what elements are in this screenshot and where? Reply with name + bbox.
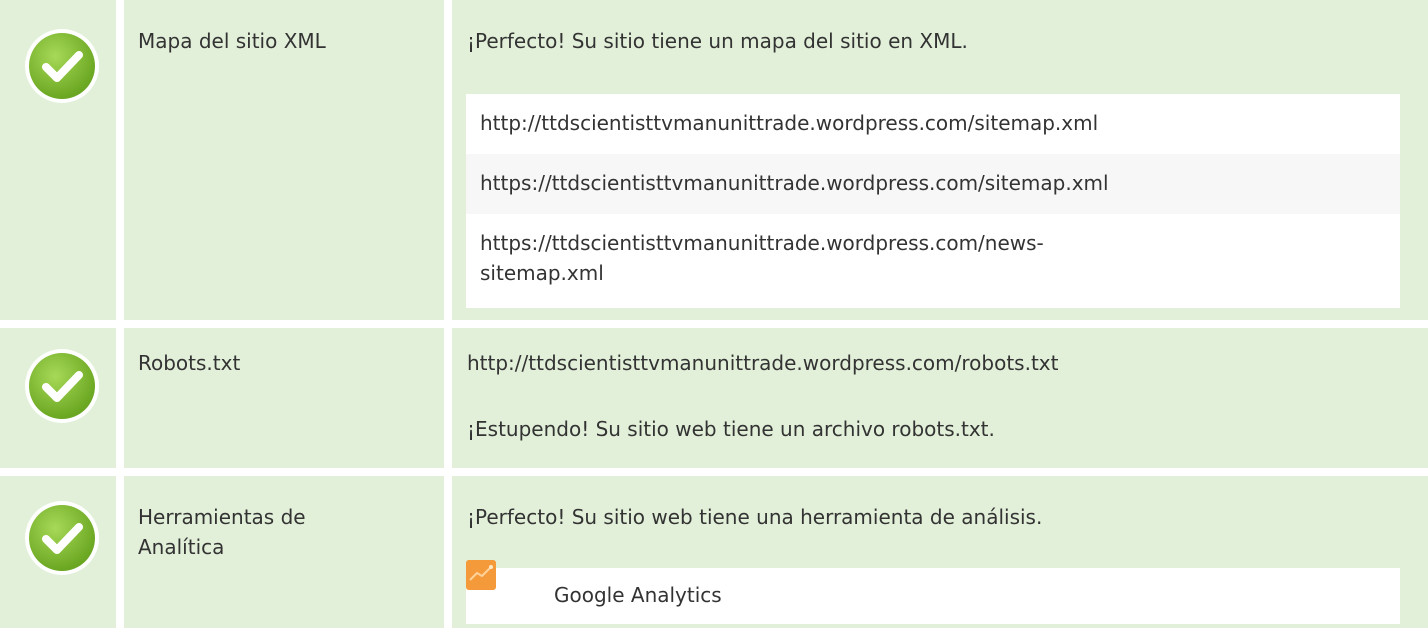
label-cell: Robots.txt [124, 328, 444, 468]
status-message: ¡Perfecto! Su sitio tiene un mapa del si… [467, 29, 968, 53]
status-cell [0, 328, 116, 468]
report-row-analytics: Herramientas de Analítica ¡Perfecto! Su … [0, 476, 1428, 628]
status-message: ¡Estupendo! Su sitio web tiene un archiv… [467, 417, 995, 441]
detail-cell: ¡Perfecto! Su sitio web tiene una herram… [452, 476, 1428, 628]
list-item: http://ttdscientisttvmanunittrade.wordpr… [466, 94, 1400, 154]
check-icon [25, 29, 99, 103]
sitemap-url-list: http://ttdscientisttvmanunittrade.wordpr… [466, 94, 1400, 308]
label-cell: Mapa del sitio XML [124, 0, 444, 320]
analytics-tool-name: Google Analytics [554, 583, 722, 607]
google-analytics-icon [466, 560, 496, 590]
list-item: https://ttdscientisttvmanunittrade.wordp… [466, 154, 1400, 214]
list-item: https://ttdscientisttvmanunittrade.wordp… [466, 214, 1400, 308]
report-row-sitemap: Mapa del sitio XML ¡Perfecto! Su sitio t… [0, 0, 1428, 320]
sitemap-url: https://ttdscientisttvmanunittrade.wordp… [480, 171, 1109, 195]
seo-report-section: Mapa del sitio XML ¡Perfecto! Su sitio t… [0, 0, 1428, 628]
analytics-tool-item: Google Analytics [466, 560, 1400, 624]
status-message: ¡Perfecto! Su sitio web tiene una herram… [467, 505, 1043, 529]
sitemap-url: https://ttdscientisttvmanunittrade.wordp… [480, 231, 1044, 255]
row-label-line: Analítica [138, 535, 225, 559]
row-label: Herramientas de Analítica [138, 502, 428, 562]
row-label: Robots.txt [138, 351, 241, 375]
check-icon [25, 501, 99, 575]
status-cell [0, 0, 116, 320]
detail-cell: http://ttdscientisttvmanunittrade.wordpr… [452, 328, 1428, 468]
sitemap-url: http://ttdscientisttvmanunittrade.wordpr… [480, 111, 1099, 135]
report-row-robots: Robots.txt http://ttdscientisttvmanunitt… [0, 328, 1428, 468]
sitemap-url-continued: sitemap.xml [480, 261, 604, 285]
check-icon [25, 349, 99, 423]
detail-cell: ¡Perfecto! Su sitio tiene un mapa del si… [452, 0, 1428, 320]
robots-url: http://ttdscientisttvmanunittrade.wordpr… [467, 351, 1059, 375]
status-cell [0, 476, 116, 628]
row-label-line: Herramientas de [138, 505, 306, 529]
row-label: Mapa del sitio XML [138, 29, 326, 53]
label-cell: Herramientas de Analítica [124, 476, 444, 628]
